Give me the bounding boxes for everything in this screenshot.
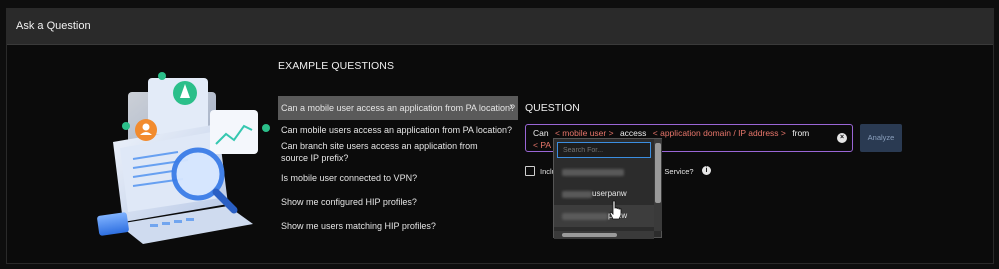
assistant-illustration: [97, 72, 270, 244]
include-service-checkbox[interactable]: [525, 166, 535, 176]
info-icon[interactable]: i: [702, 166, 711, 175]
dropdown-search-input[interactable]: [557, 142, 651, 158]
example-question-2[interactable]: Can mobile users access an application f…: [278, 124, 518, 136]
example-question-1[interactable]: Can a mobile user access an application …: [278, 96, 518, 120]
token-from: from: [792, 128, 810, 138]
example-question-6[interactable]: Show me users matching HIP profiles?: [278, 220, 518, 232]
chevron-right-icon: ›: [509, 101, 513, 113]
scrollbar-thumb[interactable]: [562, 233, 617, 237]
question-heading: QUESTION: [525, 102, 580, 114]
example-question-5[interactable]: Show me configured HIP profiles?: [278, 196, 518, 208]
dropdown-option[interactable]: panw: [554, 205, 654, 227]
analyze-button[interactable]: Analyze: [860, 124, 902, 152]
scrollbar-thumb[interactable]: [655, 143, 661, 203]
panel-title: Ask a Question: [16, 20, 91, 32]
token-application[interactable]: < application domain / IP address >: [653, 128, 786, 138]
dropdown-horizontal-scrollbar[interactable]: [554, 231, 654, 239]
example-question-3[interactable]: Can branch site users access an applicat…: [278, 140, 503, 164]
token-mobile-user[interactable]: < mobile user >: [555, 128, 614, 138]
example-questions-heading: EXAMPLE QUESTIONS: [278, 60, 395, 72]
dropdown-option[interactable]: userpanw: [554, 183, 654, 205]
mobile-user-dropdown[interactable]: userpanw panw: [553, 138, 662, 239]
hand-cursor-icon: [609, 200, 622, 220]
example-question-label: Can a mobile user access an application …: [281, 103, 515, 113]
example-question-4[interactable]: Is mobile user connected to VPN?: [278, 172, 518, 184]
token-access: access: [619, 128, 647, 138]
token-can: Can: [533, 128, 549, 138]
panel-header: Ask a Question: [7, 9, 993, 45]
clear-icon[interactable]: ×: [837, 133, 847, 143]
token-pa-location[interactable]: < PA: [533, 140, 551, 150]
dropdown-option[interactable]: [554, 161, 654, 183]
dropdown-vertical-scrollbar[interactable]: [654, 139, 662, 231]
